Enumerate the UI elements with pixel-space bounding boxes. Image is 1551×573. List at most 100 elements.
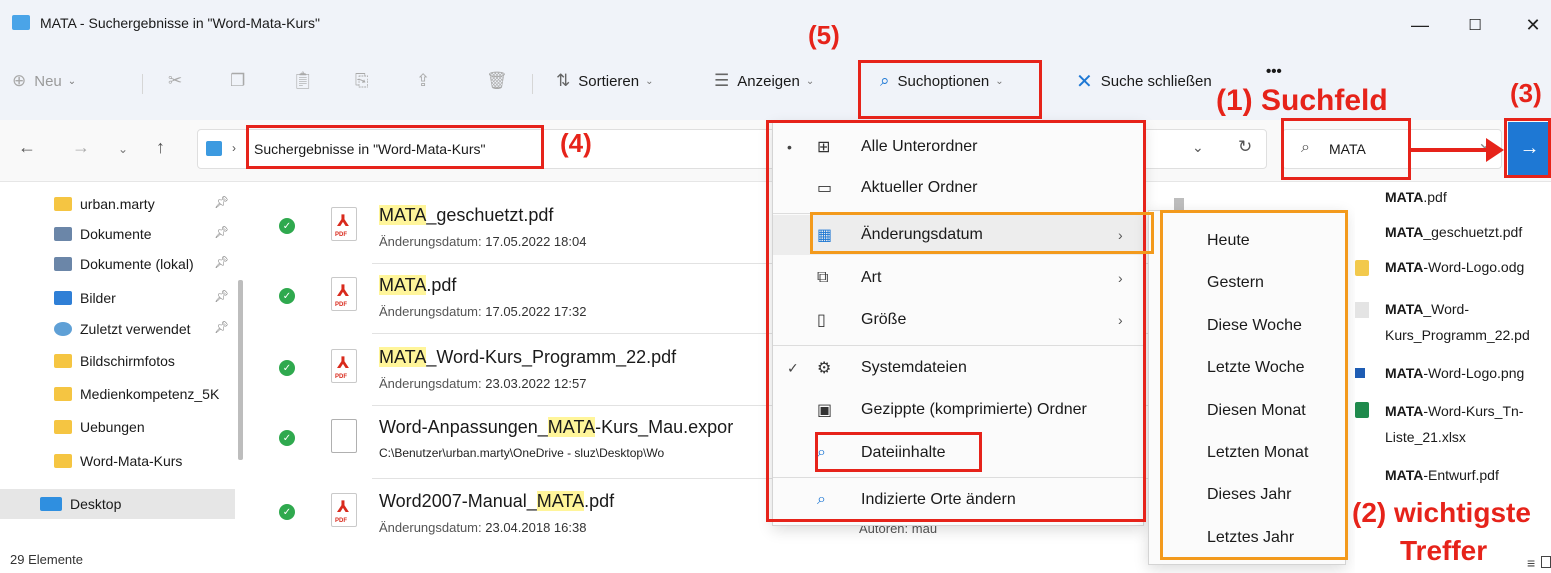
close-search-label: Suche schließen [1100,72,1212,90]
annotation-box-file-contents [815,432,982,472]
navigation-pane: urban.marty 📌︎ Dokumente 📌︎ Dokumente (l… [0,182,245,573]
pdf-icon: ⅄ PDF [331,207,357,241]
sidebar-scrollbar[interactable] [238,280,243,460]
sidebar-item-label: Medienkompetenz_5K [80,386,220,402]
annotation-box-date-submenu [1160,210,1348,560]
suggestion-item[interactable]: MATA-Entwurf.pdf [1385,462,1499,488]
annotation-box-date-item [810,212,1154,254]
item-count: 29 Elemente [10,552,83,567]
sidebar-item-label: Uebungen [80,419,145,435]
pin-icon: 📌︎ [214,195,230,209]
refresh-icon[interactable]: ↻ [1238,137,1252,157]
chevron-down-icon: ⌄ [67,75,77,87]
pdf-icon: ⅄ PDF [331,349,357,383]
folder-icon [206,141,222,156]
chevron-down-icon: ⌄ [805,75,815,87]
pdf-icon: ⅄ PDF [331,493,357,527]
maximize-button[interactable]: ☐ [1450,8,1500,42]
sidebar-item-zuletzt-verwendet[interactable]: Zuletzt verwendet [54,316,191,342]
minimize-button[interactable]: — [1395,8,1445,42]
sort-label: Sortieren [578,72,640,90]
suggestion-item[interactable]: MATA-Word-Logo.odg [1385,254,1524,280]
desktop-icon [40,497,62,511]
annotation-label-3: (3) [1510,78,1542,108]
sync-check-icon: ✓ [279,360,295,376]
copy-button[interactable]: ❐ [230,64,253,98]
image-file-icon [1355,368,1365,378]
sidebar-item-dokumente-lokal[interactable]: Dokumente (lokal) [54,251,194,277]
annotation-box-breadcrumb [246,125,544,169]
file-name: MATA_Word-Kurs_Programm_22.pdf [379,347,677,367]
details-view-icon[interactable]: ≡ [1527,555,1535,571]
back-arrow-icon[interactable]: ← [18,137,36,158]
sidebar-item-label: Dokumente [80,226,152,242]
file-name: MATA.pdf [379,275,457,295]
clipboard-icon: 📋︎ [292,71,314,90]
sync-check-icon: ✓ [279,430,295,446]
drawing-file-icon [1355,260,1369,276]
generic-file-icon [331,419,357,453]
pin-icon: 📌︎ [214,289,230,303]
file-modified: Änderungsdatum: 17.05.2022 17:32 [379,304,587,319]
annotation-box-search-submit [1504,118,1551,178]
up-arrow-icon[interactable]: ↑ [156,137,165,158]
file-path: C:\Benutzer\urban.marty\OneDrive - sluz\… [379,446,665,460]
folder-icon [54,387,72,401]
sidebar-item-urban-marty[interactable]: urban.marty [54,191,155,217]
suggestion-item[interactable]: MATA_geschuetzt.pdf [1385,219,1522,245]
more-options-button[interactable]: ••• [1266,54,1282,88]
toolbar-divider [532,74,533,94]
sidebar-item-desktop[interactable]: Desktop [40,491,121,517]
forward-arrow-icon[interactable]: → [72,137,90,158]
documents-icon [54,257,72,271]
new-button[interactable]: ⊕ Neu ⌄ [12,64,76,98]
explorer-window: MATA - Suchergebnisse in "Word-Mata-Kurs… [0,0,1551,573]
sync-check-icon: ✓ [279,288,295,304]
annotation-arrowhead [1486,138,1504,162]
suggestion-item[interactable]: MATA-Word-Kurs_Tn- Liste_21.xlsx [1385,398,1523,450]
paste-button[interactable]: 📋︎ [292,64,322,98]
sidebar-item-medienkompetenz[interactable]: Medienkompetenz_5K [54,381,234,407]
sort-icon: ⇅ [556,71,571,90]
recent-chevron-icon[interactable]: ⌄ [118,142,128,156]
sidebar-item-uebungen[interactable]: Uebungen [54,414,145,440]
toolbar-divider [142,74,143,94]
copy-icon: ❐ [230,71,246,90]
annotation-label-4: (4) [560,128,592,158]
pictures-icon [54,291,72,305]
sidebar-item-label: Dokumente (lokal) [80,256,194,272]
pdf-icon: ⅄ PDF [331,277,357,311]
view-label: Anzeigen [737,72,800,90]
sidebar-item-bilder[interactable]: Bilder [54,285,116,311]
delete-button[interactable]: 🗑︎ [486,64,516,98]
title-bar: MATA - Suchergebnisse in "Word-Mata-Kurs… [0,0,1551,50]
sidebar-item-label: Word-Mata-Kurs [80,453,183,469]
file-name: Word2007-Manual_MATA.pdf [379,491,615,511]
share-button[interactable]: ⇪ [416,64,438,98]
close-window-button[interactable]: ✕ [1508,8,1551,42]
cut-button[interactable]: ✂ [168,64,190,98]
rename-button[interactable]: ⎘ [355,64,377,98]
chevron-down-icon: ⌄ [645,75,654,87]
sidebar-item-bildschirmfotos[interactable]: Bildschirmfotos [54,348,175,374]
sidebar-item-word-mata-kurs[interactable]: Word-Mata-Kurs [54,448,182,474]
sort-button[interactable]: ⇅ Sortieren ⌄ [556,64,654,98]
tiles-view-icon[interactable] [1541,556,1551,568]
sidebar-item-label: Bildschirmfotos [80,353,175,369]
close-search-button[interactable]: ✕ Suche schließen [1076,64,1212,98]
suggestion-item[interactable]: MATA.pdf [1385,184,1447,210]
sidebar-item-dokumente[interactable]: Dokumente [54,221,152,247]
explorer-app-icon [12,15,30,30]
annotation-label-2-line2: Treffer [1400,535,1488,566]
view-button[interactable]: ☰ Anzeigen ⌄ [714,64,814,98]
file-modified: Änderungsdatum: 23.04.2018 16:38 [379,520,587,535]
file-row[interactable]: ✓ Word-Anpassungen_MATA-Kurs_Mau.expor C… [265,407,765,473]
folder-icon [54,420,72,434]
history-chevron-icon[interactable]: ⌄ [1192,139,1204,156]
window-title: MATA - Suchergebnisse in "Word-Mata-Kurs… [40,15,320,31]
annotation-arrow [1411,148,1491,152]
pin-icon: 📌︎ [214,225,230,239]
suggestion-item[interactable]: MATA_Word- Kurs_Programm_22.pd [1385,296,1530,348]
suggestion-item[interactable]: MATA-Word-Logo.png [1385,360,1524,386]
sync-check-icon: ✓ [279,504,295,520]
